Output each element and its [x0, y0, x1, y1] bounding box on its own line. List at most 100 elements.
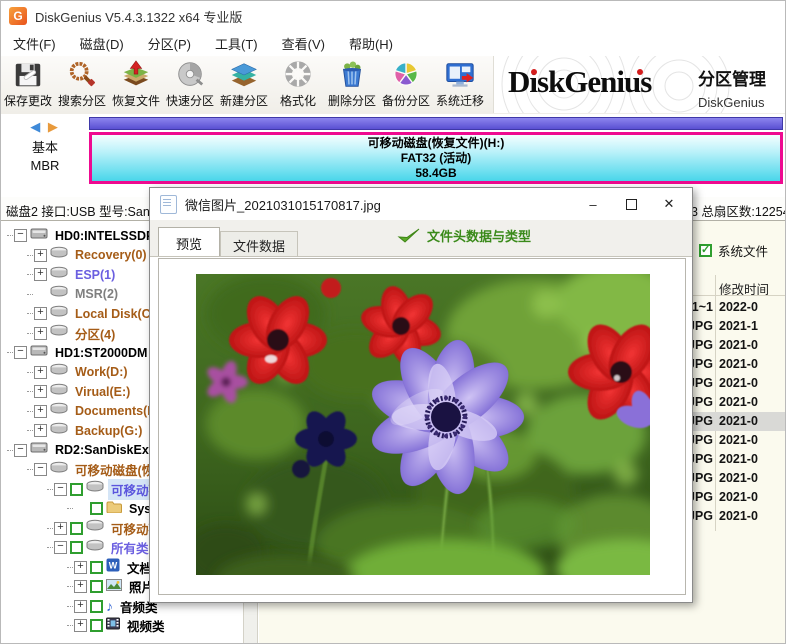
tree-expander[interactable]: +: [74, 600, 87, 613]
tree-expander[interactable]: −: [34, 463, 47, 476]
tree-connector: [27, 372, 33, 373]
tree-item-label: Backup(G:): [72, 423, 145, 439]
tree-expander[interactable]: +: [34, 366, 47, 379]
tree-expander[interactable]: +: [74, 580, 87, 593]
format-button[interactable]: 格式化: [271, 56, 325, 112]
maximize-button[interactable]: [612, 188, 650, 220]
music-note-icon: ♪: [106, 598, 113, 614]
system-migrate-icon: [444, 59, 476, 91]
toolbar-button-label: 新建分区: [220, 92, 268, 109]
tree-checkbox[interactable]: [90, 600, 103, 613]
tree-connector: [27, 411, 33, 412]
menu-item[interactable]: 磁盘(D): [68, 31, 136, 56]
format-icon: [282, 59, 314, 91]
tree-expander[interactable]: +: [34, 327, 47, 340]
save-floppy-icon: [12, 59, 44, 91]
recover-files-button[interactable]: 恢复文件: [109, 56, 163, 112]
tree-expander[interactable]: +: [34, 249, 47, 262]
tree-connector: [27, 274, 33, 275]
hard-disk-icon: [30, 441, 48, 459]
file-modified-date: 2021-0: [719, 414, 758, 428]
partition-disk-icon: [50, 383, 68, 401]
backup-partition-button[interactable]: 备份分区: [379, 56, 433, 112]
logo-dot-1: [531, 69, 537, 75]
system-files-filter[interactable]: ✓ 系统文件: [699, 241, 768, 260]
delete-partition-icon: [336, 59, 368, 91]
logo-dot-2: [637, 69, 643, 75]
tab-file-data[interactable]: 文件数据: [220, 231, 298, 256]
search-partition-button[interactable]: 搜索分区: [55, 56, 109, 112]
tree-item-label: Local Disk(C:: [72, 306, 158, 322]
partition-disk-icon: [50, 402, 68, 420]
partition-disk-icon: [86, 539, 104, 557]
dialog-title-bar[interactable]: 微信图片_2021031015170817.jpg – ✕: [150, 188, 692, 220]
tree-expander[interactable]: +: [74, 619, 87, 632]
file-name: 1~1: [692, 300, 713, 314]
menu-item[interactable]: 帮助(H): [337, 31, 405, 56]
toolbar-button-label: 恢复文件: [112, 92, 160, 109]
tree-item-icon: [106, 617, 120, 635]
partition-box[interactable]: 可移动磁盘(恢复文件)(H:) FAT32 (活动) 58.4GB: [89, 132, 783, 184]
new-partition-button[interactable]: 新建分区: [217, 56, 271, 112]
partition-disk-icon: [86, 519, 104, 537]
tab-preview[interactable]: 预览: [158, 227, 220, 256]
sector-count-text: 3 总扇区数:12254: [691, 201, 786, 220]
partition-disk-icon: [50, 246, 68, 264]
file-modified-date: 2021-0: [719, 471, 758, 485]
menu-item[interactable]: 分区(P): [136, 31, 203, 56]
tree-expander[interactable]: −: [14, 444, 27, 457]
tree-connector: [47, 489, 53, 490]
close-button[interactable]: ✕: [650, 188, 688, 220]
menu-item[interactable]: 工具(T): [203, 31, 270, 56]
delete-partition-button[interactable]: 删除分区: [325, 56, 379, 112]
tree-item-icon: [30, 344, 48, 362]
file-modified-date: 2021-0: [719, 509, 758, 523]
tree-item-label: 视频类: [124, 615, 168, 636]
tree-expander[interactable]: +: [34, 307, 47, 320]
tree-checkbox[interactable]: [90, 502, 103, 515]
tree-expander[interactable]: +: [34, 405, 47, 418]
prev-disk-arrow-icon[interactable]: ◀: [30, 119, 42, 134]
tree-connector: [67, 567, 73, 568]
tree-item[interactable]: + 视频类: [1, 616, 243, 636]
tree-connector: [27, 391, 33, 392]
tree-expander[interactable]: +: [34, 424, 47, 437]
disk-capacity-strip[interactable]: [89, 117, 783, 130]
tree-checkbox[interactable]: [90, 561, 103, 574]
save-changes-button[interactable]: 保存更改: [1, 56, 55, 112]
tree-checkbox[interactable]: [70, 522, 83, 535]
tree-expander[interactable]: +: [34, 385, 47, 398]
tree-checkbox[interactable]: [70, 541, 83, 554]
brand-tagline: 分区管理: [698, 65, 766, 90]
tree-expander[interactable]: −: [14, 229, 27, 242]
tree-expander[interactable]: −: [14, 346, 27, 359]
tree-expander[interactable]: −: [54, 483, 67, 496]
menu-item[interactable]: 文件(F): [1, 31, 68, 56]
tree-connector: [27, 313, 33, 314]
tree-item-icon: ♪: [106, 598, 113, 614]
tree-connector: [47, 528, 53, 529]
menu-item[interactable]: 查看(V): [270, 31, 337, 56]
disk-scheme-label: MBR: [1, 158, 89, 173]
quick-partition-button[interactable]: 快速分区: [163, 56, 217, 112]
backup-partition-icon: [390, 59, 422, 91]
tree-checkbox[interactable]: [90, 580, 103, 593]
preview-dialog: 微信图片_2021031015170817.jpg – ✕ 文件数据 预览 文件…: [149, 187, 693, 603]
tree-connector: [27, 255, 33, 256]
tree-connector: [27, 333, 33, 334]
minimize-button[interactable]: –: [574, 188, 612, 220]
tree-expander[interactable]: +: [74, 561, 87, 574]
diskgenius-window: G DiskGenius V5.4.3.1322 x64 专业版 文件(F)磁盘…: [0, 0, 786, 644]
tree-item-icon: [50, 266, 68, 284]
tree-expander[interactable]: −: [54, 541, 67, 554]
tree-checkbox[interactable]: [90, 619, 103, 632]
tree-item-icon: [50, 402, 68, 420]
tree-expander[interactable]: +: [34, 268, 47, 281]
tree-checkbox[interactable]: [70, 483, 83, 496]
next-disk-arrow-icon[interactable]: ▶: [48, 119, 60, 134]
system-files-checkbox[interactable]: ✓: [699, 244, 712, 257]
system-migrate-button[interactable]: 系统迁移: [433, 56, 487, 112]
tree-item-label: RD2:SanDiskExt: [52, 442, 156, 458]
toolbar-button-label: 备份分区: [382, 92, 430, 109]
tree-expander[interactable]: +: [54, 522, 67, 535]
